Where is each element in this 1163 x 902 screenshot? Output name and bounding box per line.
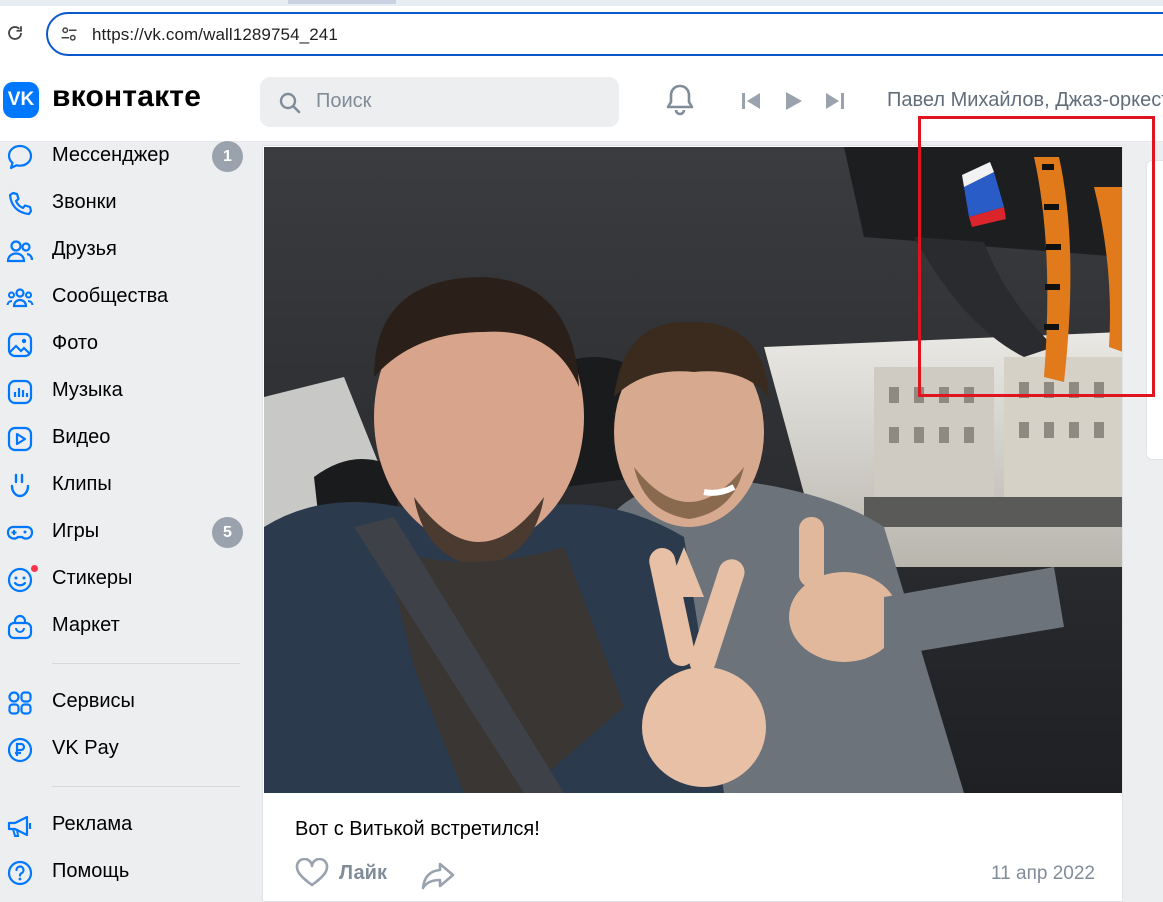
search-placeholder: Поиск xyxy=(316,90,372,112)
sidebar-item-stickers[interactable]: Стикеры xyxy=(0,559,250,599)
clips-icon xyxy=(10,473,30,498)
share-button[interactable] xyxy=(421,861,455,896)
tab-strip xyxy=(0,0,1163,6)
sidebar-item-label: Реклама xyxy=(52,813,133,835)
audio-player-controls xyxy=(740,90,846,112)
share-icon xyxy=(421,862,455,890)
next-track-icon[interactable] xyxy=(824,90,846,112)
previous-track-icon[interactable] xyxy=(740,90,762,112)
music-icon xyxy=(7,379,33,405)
sidebar-item-label: Сообщества xyxy=(52,285,169,307)
video-icon xyxy=(7,426,33,452)
like-button[interactable]: Лайк xyxy=(295,858,387,888)
message-icon xyxy=(7,144,33,170)
sidebar-item-music[interactable]: Музыка xyxy=(0,371,250,411)
vkpay-icon xyxy=(7,737,33,763)
reload-icon xyxy=(8,26,22,40)
left-sidebar: Мессенджер 1 Звонки Друзья Сообщества Фо… xyxy=(0,141,262,902)
url-text[interactable]: https://vk.com/wall1289754_241 xyxy=(92,25,338,45)
sidebar-item-video[interactable]: Видео xyxy=(0,418,250,458)
sidebar-item-market[interactable]: Маркет xyxy=(0,606,250,646)
post-date[interactable]: 11 апр 2022 xyxy=(991,863,1095,885)
play-icon[interactable] xyxy=(782,90,804,112)
phone-icon xyxy=(8,191,33,216)
browser-toolbar: https://vk.com/wall1289754_241 xyxy=(0,0,1163,66)
photo-icon xyxy=(7,332,33,358)
post-actions: Лайк 11 апр 2022 xyxy=(295,858,1095,894)
sidebar-item-photo[interactable]: Фото xyxy=(0,324,250,364)
sidebar-item-label: Музыка xyxy=(52,379,123,401)
sidebar-item-label: Стикеры xyxy=(52,567,133,589)
like-label: Лайк xyxy=(339,861,387,884)
unread-badge: 1 xyxy=(212,141,243,172)
sidebar-item-calls[interactable]: Звонки xyxy=(0,183,250,223)
now-playing-title[interactable]: Павел Михайлов, Джаз-оркестр xyxy=(887,89,1163,112)
address-bar[interactable]: https://vk.com/wall1289754_241 xyxy=(46,12,1163,56)
sidebar-item-label: VK Pay xyxy=(52,737,119,759)
friends-icon xyxy=(6,240,34,263)
services-icon xyxy=(8,691,32,715)
search-icon xyxy=(279,92,301,114)
sidebar-item-label: Фото xyxy=(52,332,98,354)
sidebar-item-label: Звонки xyxy=(52,191,117,213)
site-settings-icon[interactable] xyxy=(60,25,78,43)
new-stickers-dot xyxy=(30,564,39,573)
sidebar-item-services[interactable]: Сервисы xyxy=(0,682,250,722)
sidebar-item-label: Мессенджер xyxy=(52,144,170,166)
notifications-button[interactable] xyxy=(664,83,696,122)
sidebar-item-ads[interactable]: Реклама xyxy=(0,805,250,845)
games-badge: 5 xyxy=(212,517,243,548)
vk-logo[interactable]: VK xyxy=(3,82,39,118)
market-icon xyxy=(7,614,33,640)
sidebar-item-label: Помощь xyxy=(52,860,130,882)
sidebar-item-vkpay[interactable]: VK Pay xyxy=(0,729,250,769)
sidebar-item-label: Сервисы xyxy=(52,690,135,712)
sidebar-divider xyxy=(52,786,240,787)
games-icon xyxy=(6,525,34,540)
reload-button[interactable] xyxy=(4,22,26,44)
highlight-annotation-box xyxy=(918,116,1155,397)
sidebar-item-messenger[interactable]: Мессенджер 1 xyxy=(0,136,250,176)
megaphone-icon xyxy=(7,815,32,837)
sidebar-divider xyxy=(52,663,240,664)
vk-logo-text: VK xyxy=(7,89,35,110)
sidebar-item-label: Видео xyxy=(52,426,111,448)
search-input[interactable]: Поиск xyxy=(260,77,619,127)
vk-wordmark[interactable]: вконтакте xyxy=(52,80,201,114)
sidebar-item-help[interactable]: Помощь xyxy=(0,852,250,892)
heart-icon xyxy=(295,858,329,887)
bell-icon xyxy=(666,84,694,116)
post-text: Вот с Витькой встретился! xyxy=(295,818,540,840)
sidebar-item-label: Клипы xyxy=(52,473,112,495)
communities-icon xyxy=(6,288,34,308)
sidebar-item-communities[interactable]: Сообщества xyxy=(0,277,250,317)
sidebar-item-label: Друзья xyxy=(52,238,117,260)
sidebar-item-games[interactable]: Игры 5 xyxy=(0,512,250,552)
sidebar-item-friends[interactable]: Друзья xyxy=(0,230,250,270)
help-icon xyxy=(7,860,33,886)
sidebar-item-clips[interactable]: Клипы xyxy=(0,465,250,505)
sidebar-item-label: Маркет xyxy=(52,614,120,636)
sidebar-item-label: Игры xyxy=(52,520,100,542)
active-tab[interactable] xyxy=(288,0,396,4)
